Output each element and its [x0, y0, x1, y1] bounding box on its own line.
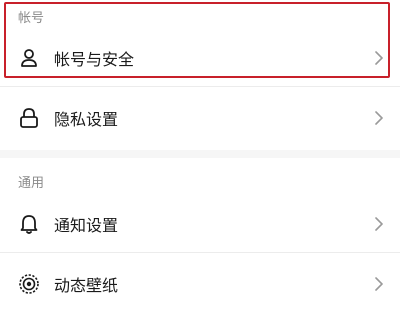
section-gap — [0, 150, 400, 158]
chevron-right-icon — [374, 277, 384, 291]
bell-icon — [18, 213, 40, 235]
section-header-account: 帐号 — [18, 11, 45, 26]
settings-item-live-wallpaper[interactable]: 动态壁纸 — [0, 256, 400, 312]
settings-item-label: 隐私设置 — [54, 110, 119, 129]
live-wallpaper-icon — [18, 273, 40, 295]
section-header-general: 通用 — [18, 176, 45, 191]
divider — [0, 252, 400, 253]
settings-item-label: 帐号与安全 — [54, 50, 135, 69]
chevron-right-icon — [374, 217, 384, 231]
settings-item-label: 通知设置 — [54, 216, 119, 235]
lock-icon — [18, 107, 40, 129]
settings-item-label: 动态壁纸 — [54, 276, 119, 295]
chevron-right-icon — [374, 51, 384, 65]
settings-item-account-security[interactable]: 帐号与安全 — [0, 30, 400, 86]
divider — [0, 86, 400, 87]
settings-item-privacy[interactable]: 隐私设置 — [0, 90, 400, 146]
settings-item-notifications[interactable]: 通知设置 — [0, 196, 400, 252]
person-icon — [18, 47, 40, 69]
chevron-right-icon — [374, 111, 384, 125]
